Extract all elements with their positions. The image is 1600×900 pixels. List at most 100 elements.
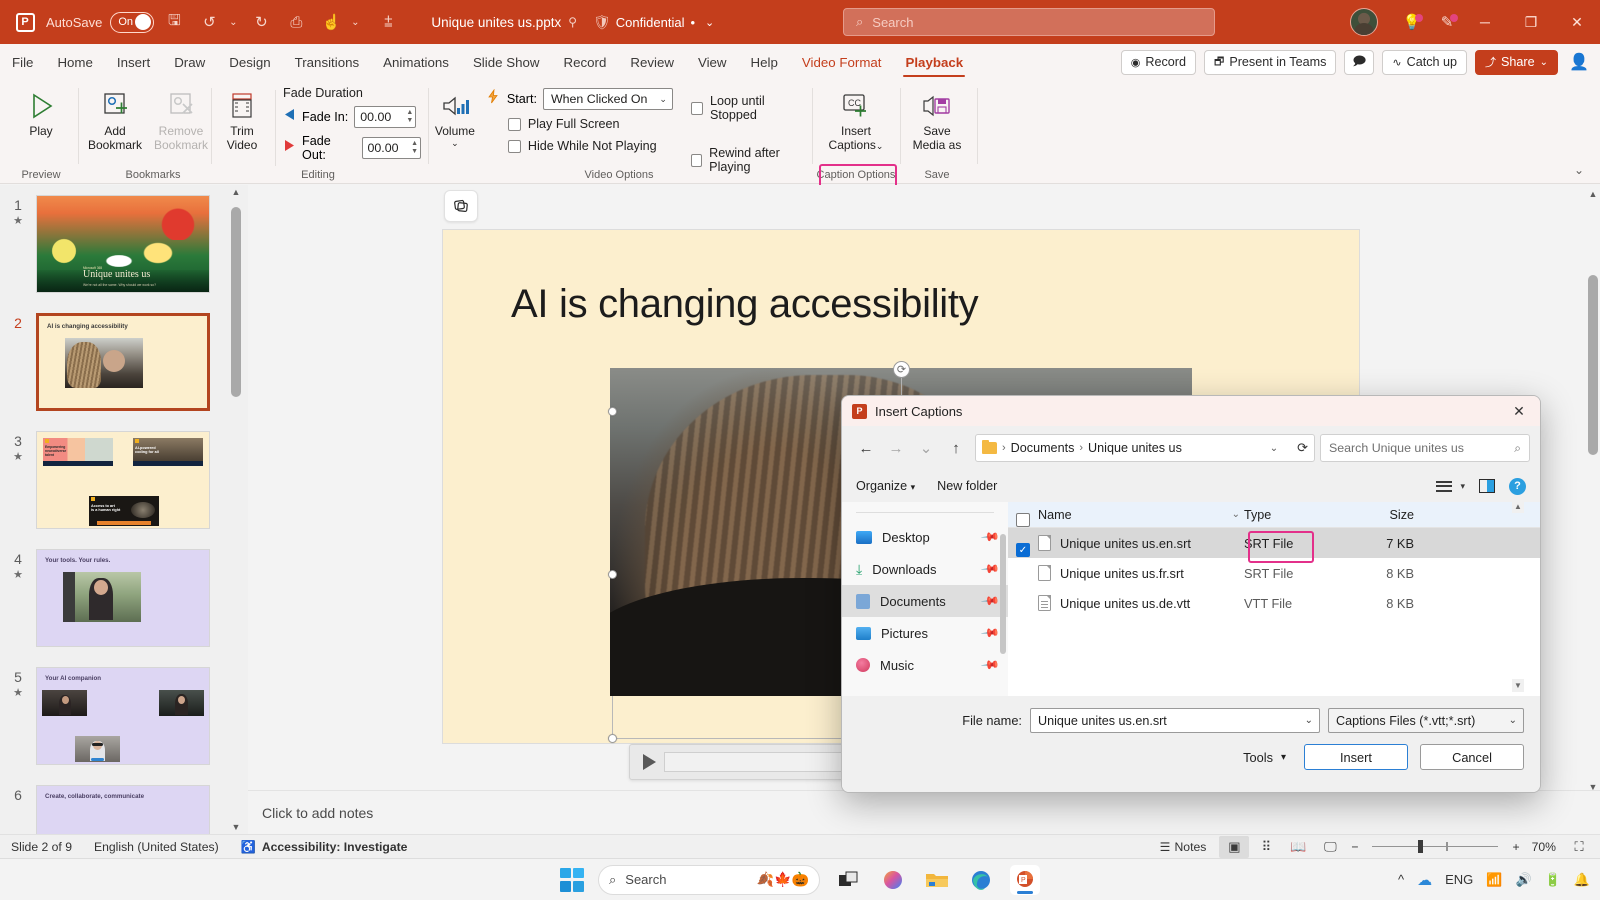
volume-button[interactable]: Volume ⌄ xyxy=(432,82,478,174)
pin-icon[interactable]: 📌 xyxy=(980,559,1000,579)
zoom-slider-knob[interactable] xyxy=(1418,840,1423,853)
sidebar-item-downloads[interactable]: ⤓ Downloads 📌 xyxy=(842,553,1008,585)
scroll-up-icon[interactable]: ▲ xyxy=(1512,500,1524,513)
insert-captions-dialog[interactable]: P Insert Captions ✕ ← → ⌄ ↑ › Documents … xyxy=(841,395,1541,793)
thumbnail-1[interactable]: Microsoft 365 Unique unites us We're not… xyxy=(36,195,210,293)
fit-to-window-icon[interactable]: ⛶ xyxy=(1564,836,1594,858)
present-icon[interactable]: ⎙ xyxy=(281,7,311,37)
share-person-icon[interactable]: 👤 xyxy=(1566,52,1592,72)
touch-mode-icon[interactable]: ☝ xyxy=(316,7,346,37)
file-name-input[interactable]: Unique unites us.en.srt ⌄ xyxy=(1030,708,1320,733)
catch-up-button[interactable]: ∿ Catch up xyxy=(1382,50,1467,75)
save-icon[interactable]: 🖫 xyxy=(159,7,189,37)
accessibility-status[interactable]: ♿ Accessibility: Investigate xyxy=(230,840,419,854)
insert-button[interactable]: Insert xyxy=(1304,744,1408,770)
rotate-handle[interactable]: ⟳ xyxy=(893,361,910,378)
thumbnail-4[interactable]: Your tools. Your rules. xyxy=(36,549,210,647)
normal-view-button[interactable]: ▣ xyxy=(1219,836,1249,858)
thumbnail-pane-scrollbar[interactable]: ▲ ▼ xyxy=(230,185,242,834)
tab-record[interactable]: Record xyxy=(551,44,618,80)
tab-slide-show[interactable]: Slide Show xyxy=(461,44,552,80)
designer-icon[interactable] xyxy=(444,190,478,222)
tab-help[interactable]: Help xyxy=(739,44,790,80)
scroll-up-icon[interactable]: ▲ xyxy=(1587,187,1599,201)
present-in-teams-button[interactable]: 🗗 Present in Teams xyxy=(1204,50,1336,75)
notes-button[interactable]: ☰ Notes xyxy=(1149,840,1218,854)
preview-pane-icon[interactable] xyxy=(1479,479,1495,493)
tab-review[interactable]: Review xyxy=(618,44,686,80)
scroll-thumb[interactable] xyxy=(1000,534,1006,654)
file-explorer-icon[interactable] xyxy=(922,865,952,895)
task-view-icon[interactable] xyxy=(834,865,864,895)
trim-video-button[interactable]: Trim Video xyxy=(215,82,269,162)
fade-out-spinner[interactable]: ▲▼ xyxy=(411,138,418,158)
thumbnail-row-3[interactable]: 3★ Empoweringneurodiversetalent AI-power… xyxy=(0,431,232,529)
taskbar-search-input[interactable]: ⌕ Search 🍂🍁🎃 xyxy=(598,865,820,895)
sensitivity-label[interactable]: 🛡 Confidential • ⌄ xyxy=(593,14,714,31)
fade-in-spinner[interactable]: ▲▼ xyxy=(406,107,413,127)
close-button[interactable]: ✕ xyxy=(1554,0,1600,44)
chevron-down-icon[interactable]: ⌄ xyxy=(451,138,459,149)
sidebar-item-documents[interactable]: Documents 📌 xyxy=(842,585,1008,617)
scroll-thumb[interactable] xyxy=(231,207,241,397)
file-type-filter-dropdown[interactable]: Captions Files (*.vtt;*.srt) ⌄ xyxy=(1328,708,1524,733)
new-folder-button[interactable]: New folder xyxy=(937,479,997,493)
play-button[interactable]: Play xyxy=(8,82,74,138)
scroll-down-icon[interactable]: ▼ xyxy=(1512,679,1524,692)
sidebar-item-music[interactable]: Music 📌 xyxy=(842,649,1008,681)
thumbnail-row-1[interactable]: 1★ Microsoft 365 Unique unites us We're … xyxy=(0,195,232,293)
more-commands-icon[interactable]: ⩲ xyxy=(373,7,403,37)
copilot-icon[interactable] xyxy=(878,865,908,895)
language-indicator[interactable]: ENG xyxy=(1445,872,1473,887)
tab-draw[interactable]: Draw xyxy=(162,44,217,80)
tab-file[interactable]: File xyxy=(0,44,45,80)
thumbnail-row-4[interactable]: 4★ Your tools. Your rules. xyxy=(0,549,232,647)
refresh-icon[interactable]: ⟳ xyxy=(1297,440,1308,456)
help-icon[interactable]: ? xyxy=(1509,478,1526,495)
file-name-cell[interactable]: ✓ Unique unites us.en.srt xyxy=(1008,535,1244,551)
slide-title[interactable]: AI is changing accessibility xyxy=(511,282,978,327)
tray-expand-icon[interactable]: ^ xyxy=(1398,872,1404,887)
stage-scrollbar[interactable]: ▲ ▼ ⌃ ⌄ xyxy=(1586,185,1600,834)
sidebar-item-desktop[interactable]: Desktop 📌 xyxy=(842,521,1008,553)
play-full-screen-checkbox[interactable]: Play Full Screen xyxy=(508,117,673,131)
back-icon[interactable]: ← xyxy=(852,434,880,462)
thumbnail-row-6[interactable]: 6 Create, collaborate, communicate xyxy=(0,785,232,834)
scroll-down-icon[interactable]: ▼ xyxy=(230,820,242,834)
chevron-down-icon[interactable]: ⌄ xyxy=(1509,715,1517,726)
tab-transitions[interactable]: Transitions xyxy=(283,44,372,80)
up-icon[interactable]: ↑ xyxy=(942,434,970,462)
volume-icon[interactable]: 🔊 xyxy=(1515,872,1531,888)
select-all-checkbox[interactable] xyxy=(1016,513,1030,527)
file-name-cell[interactable]: Unique unites us.de.vtt xyxy=(1008,595,1244,611)
minimize-button[interactable]: ─ xyxy=(1462,0,1508,44)
zoom-level[interactable]: 70% xyxy=(1526,840,1562,854)
notes-pane[interactable]: Click to add notes xyxy=(248,790,1600,834)
powerpoint-icon[interactable]: P xyxy=(1010,865,1040,895)
tab-view[interactable]: View xyxy=(686,44,739,80)
add-bookmark-button[interactable]: Add Bookmark xyxy=(82,82,148,152)
pin-icon[interactable]: ⚲ xyxy=(568,15,577,29)
resize-handle-middle-left[interactable] xyxy=(608,570,617,579)
resize-handle-bottom-left[interactable] xyxy=(608,734,617,743)
fade-in-input[interactable]: 00.00 ▲▼ xyxy=(354,106,416,128)
wifi-icon[interactable]: 📶 xyxy=(1486,872,1502,888)
organize-button[interactable]: Organize ▾ xyxy=(856,479,915,493)
dialog-search-input[interactable]: Search Unique unites us ⌕ xyxy=(1320,434,1530,462)
breadcrumb[interactable]: › Documents › Unique unites us ⌄ ⟳ xyxy=(975,434,1315,462)
reading-view-button[interactable]: 📖 xyxy=(1283,836,1313,858)
edge-icon[interactable] xyxy=(966,865,996,895)
file-name-cell[interactable]: Unique unites us.fr.srt xyxy=(1008,565,1244,581)
tab-animations[interactable]: Animations xyxy=(371,44,461,80)
language-indicator[interactable]: English (United States) xyxy=(83,840,230,854)
pen-icon[interactable]: ✎ xyxy=(1432,7,1462,37)
zoom-slider[interactable] xyxy=(1372,846,1498,848)
thumbnail-row-5[interactable]: 5★ Your AI companion xyxy=(0,667,232,765)
thumbnail-row-2[interactable]: 2 AI is changing accessibility xyxy=(0,313,232,411)
comments-button[interactable]: 🗩 xyxy=(1344,50,1374,75)
thumbnail-6[interactable]: Create, collaborate, communicate xyxy=(36,785,210,834)
pin-icon[interactable]: 📌 xyxy=(980,623,1000,643)
table-row[interactable]: ✓ Unique unites us.en.srt SRT File 7 KB xyxy=(1008,528,1540,558)
redo-icon[interactable]: ↻ xyxy=(246,7,276,37)
restore-button[interactable]: ❐ xyxy=(1508,0,1554,44)
